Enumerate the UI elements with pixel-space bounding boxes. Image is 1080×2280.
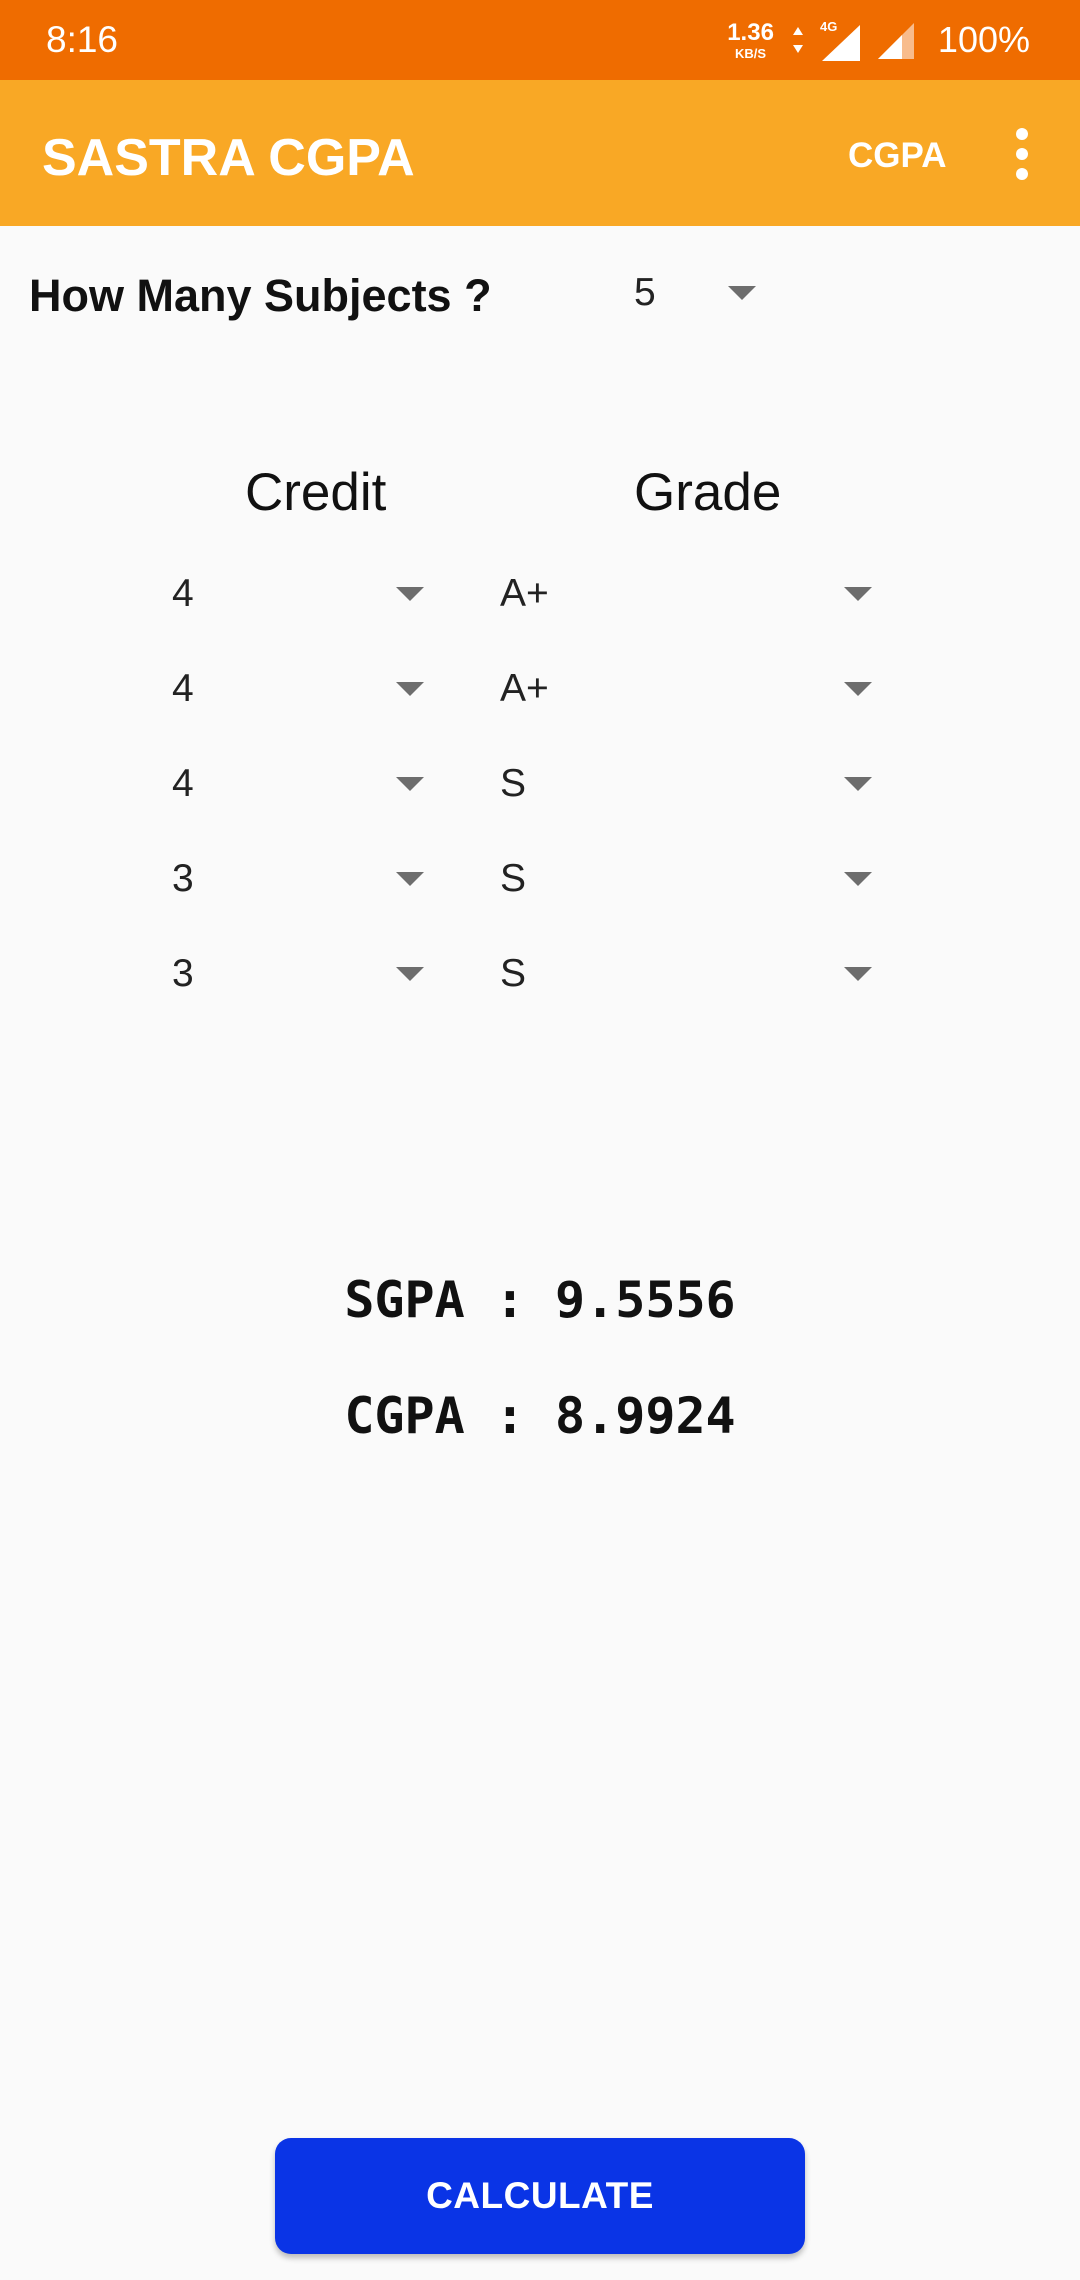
subject-row: 4 A+: [0, 649, 1080, 729]
cgpa-action-button[interactable]: CGPA: [848, 134, 947, 178]
chevron-down-icon: [844, 587, 872, 601]
subjects-count-label: How Many Subjects ?: [29, 270, 492, 321]
credit-value: 4: [172, 667, 194, 710]
subject-row: 4 S: [0, 744, 1080, 824]
network-speed-unit: KB/S: [735, 45, 767, 61]
grade-dropdown[interactable]: S: [488, 744, 888, 824]
subject-row: 4 A+: [0, 554, 1080, 634]
grade-value: S: [500, 762, 527, 805]
subject-row: 3 S: [0, 934, 1080, 1014]
cgpa-result: CGPA : 8.9924: [344, 1387, 736, 1445]
status-bar: 8:16 1.36 KB/S 4G 100%: [0, 0, 1080, 80]
battery-level: 100%: [937, 19, 1030, 60]
grade-dropdown[interactable]: A+: [488, 649, 888, 729]
chevron-down-icon: [844, 682, 872, 696]
signal-4g-icon: 4G: [820, 19, 860, 61]
grade-value: A+: [500, 572, 549, 615]
signal-icon: [877, 23, 914, 59]
grade-value: S: [500, 857, 527, 900]
credit-dropdown[interactable]: 4: [160, 649, 440, 729]
chevron-down-icon: [396, 967, 424, 981]
chevron-down-icon: [844, 777, 872, 791]
subjects-count-dropdown[interactable]: 5: [620, 262, 770, 326]
grade-value: A+: [500, 667, 549, 710]
network-speed-value: 1.36: [727, 18, 774, 46]
subjects-count-value: 5: [634, 271, 656, 314]
chevron-down-icon: [396, 682, 424, 696]
chevron-down-icon: [396, 872, 424, 886]
credit-dropdown[interactable]: 4: [160, 744, 440, 824]
grade-column-header: Grade: [634, 463, 782, 522]
more-vert-icon[interactable]: [1000, 126, 1044, 182]
network-type-label: 4G: [820, 19, 837, 34]
chevron-down-icon: [844, 872, 872, 886]
grade-dropdown[interactable]: A+: [488, 554, 888, 634]
chevron-down-icon: [728, 286, 756, 300]
credit-value: 4: [172, 572, 194, 615]
app-title: SASTRA CGPA: [42, 129, 415, 187]
chevron-down-icon: [396, 587, 424, 601]
grade-dropdown[interactable]: S: [488, 934, 888, 1014]
credit-dropdown[interactable]: 3: [160, 839, 440, 919]
chevron-down-icon: [396, 777, 424, 791]
credit-value: 4: [172, 762, 194, 805]
app-bar: SASTRA CGPA CGPA: [0, 80, 1080, 226]
data-transfer-icon: [792, 27, 803, 53]
network-speed: 1.36 KB/S: [727, 18, 774, 61]
credit-dropdown[interactable]: 3: [160, 934, 440, 1014]
credit-column-header: Credit: [245, 463, 387, 522]
credit-value: 3: [172, 952, 194, 995]
calculate-button[interactable]: CALCULATE: [275, 2138, 805, 2254]
credit-dropdown[interactable]: 4: [160, 554, 440, 634]
status-indicators: 1.36 KB/S 4G 100%: [727, 14, 1030, 66]
grade-dropdown[interactable]: S: [488, 839, 888, 919]
subject-row: 3 S: [0, 839, 1080, 919]
grade-value: S: [500, 952, 527, 995]
chevron-down-icon: [844, 967, 872, 981]
status-time: 8:16: [46, 19, 119, 60]
credit-value: 3: [172, 857, 194, 900]
sgpa-result: SGPA : 9.5556: [344, 1271, 736, 1329]
